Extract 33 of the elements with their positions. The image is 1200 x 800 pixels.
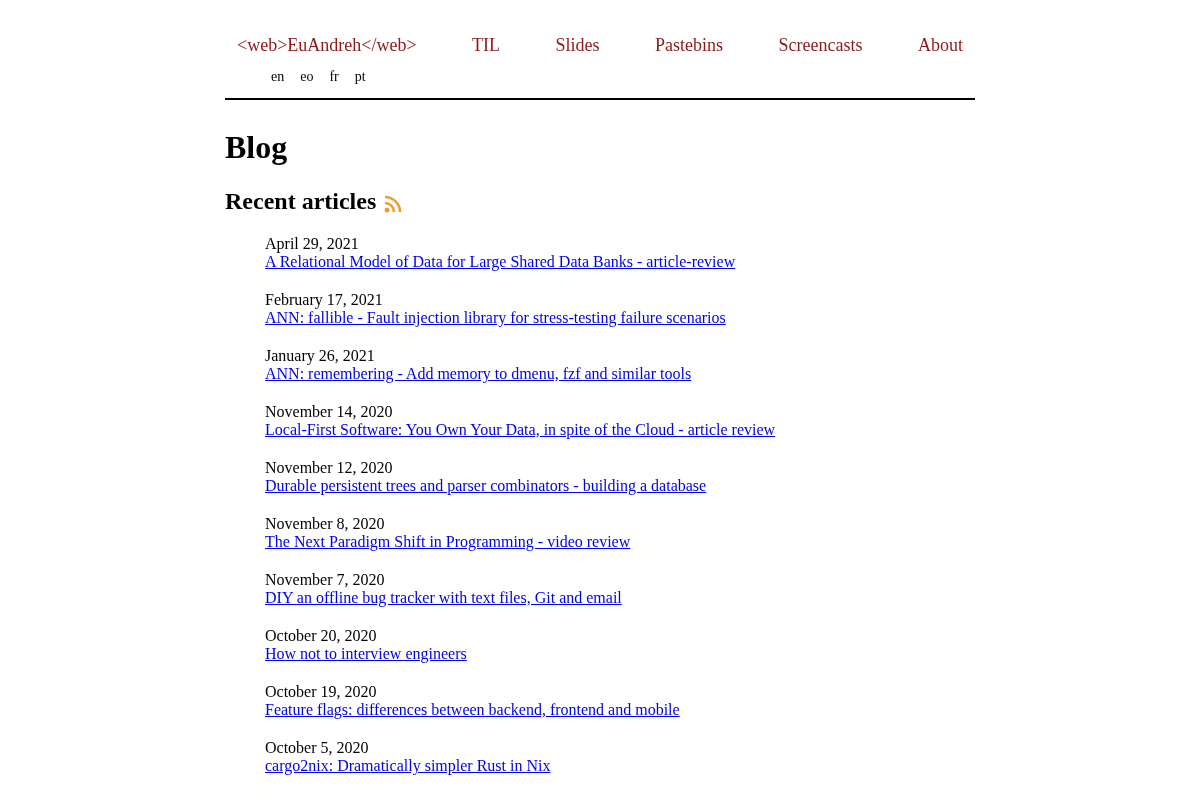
language-link[interactable]: eo	[300, 69, 314, 85]
article-link[interactable]: Feature flags: differences between backend, frontend and mobile	[265, 701, 680, 719]
language-link[interactable]: pt	[354, 69, 366, 85]
nav-link[interactable]: TIL	[472, 35, 501, 56]
article-link[interactable]: The Next Paradigm Shift in Programming - video review	[265, 533, 631, 551]
article-link[interactable]: Local-First Software: You Own Your Data, in spite of the Cloud - article review	[265, 421, 776, 439]
article-link[interactable]: DIY an offline bug tracker with text files, Git and email	[265, 589, 622, 607]
article-link[interactable]: ANN: remembering - Add memory to dmenu, fzf and similar tools	[265, 365, 692, 383]
section-title: Recent articles	[225, 187, 377, 215]
article-date: January 26, 2021	[265, 347, 375, 365]
article-date: November 14, 2020	[265, 403, 393, 421]
nav-link[interactable]: Screencasts	[778, 35, 863, 56]
language-link[interactable]: fr	[329, 69, 339, 85]
site-title-link[interactable]: <web>EuAndreh</web>	[237, 35, 417, 56]
article-date: October 20, 2020	[265, 627, 377, 645]
article-link[interactable]: How not to interview engineers	[265, 645, 467, 663]
nav-link[interactable]: Slides	[555, 35, 600, 56]
rss-icon[interactable]	[384, 195, 403, 213]
language-link[interactable]: en	[271, 69, 285, 85]
article-link[interactable]: ANN: fallible - Fault injection library for stress-testing failure scenarios	[265, 309, 726, 327]
article-date: October 19, 2020	[265, 683, 377, 701]
article-date: November 12, 2020	[265, 459, 393, 477]
nav-link[interactable]: About	[917, 35, 963, 56]
page-title: Blog	[225, 129, 289, 166]
article-date: November 8, 2020	[265, 515, 385, 533]
article-link[interactable]: A Relational Model of Data for Large Shared Data Banks - article-review	[265, 253, 736, 271]
article-date: November 7, 2020	[265, 571, 385, 589]
article-link[interactable]: cargo2nix: Dramatically simpler Rust in Nix	[265, 757, 551, 775]
nav-link[interactable]: Pastebins	[655, 35, 724, 56]
article-date: October 5, 2020	[265, 739, 369, 757]
article-link[interactable]: Durable persistent trees and parser combinators - building a database	[265, 477, 707, 495]
article-date: February 17, 2021	[265, 291, 383, 309]
article-date: April 29, 2021	[265, 235, 359, 253]
